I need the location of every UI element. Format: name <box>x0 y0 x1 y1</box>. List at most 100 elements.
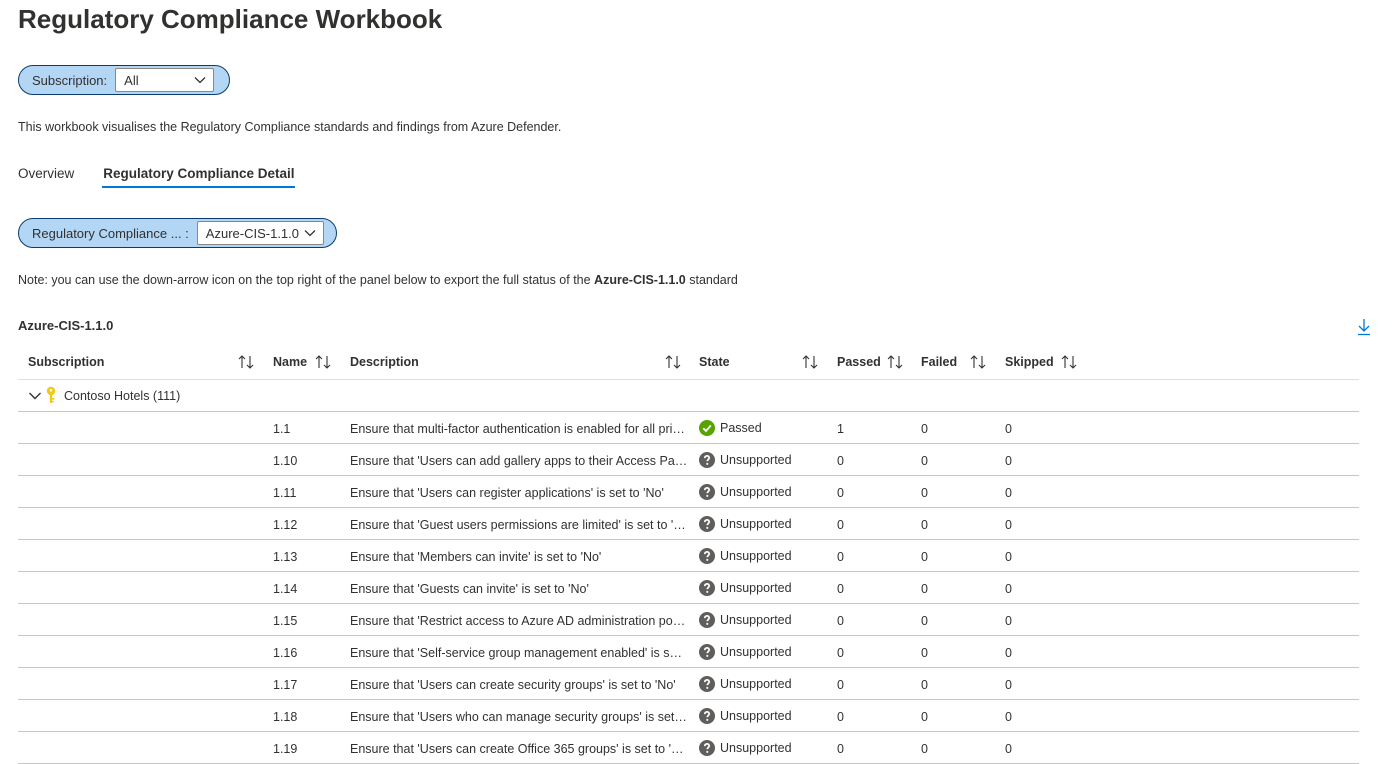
column-header-state[interactable]: State <box>699 355 730 369</box>
passed-count: 0 <box>837 582 844 596</box>
control-name: 1.1 <box>273 422 291 436</box>
sort-icon[interactable] <box>664 354 682 370</box>
sort-icon[interactable] <box>801 354 819 370</box>
question-circle-icon <box>699 644 715 660</box>
failed-count: 0 <box>921 518 928 532</box>
note-standard: Azure-CIS-1.1.0 <box>594 273 686 287</box>
subscription-dropdown[interactable]: All <box>115 68 215 92</box>
compliance-standard-parameter: Regulatory Compliance ... : Azure-CIS-1.… <box>18 218 337 248</box>
sort-icon[interactable] <box>886 354 904 370</box>
state-label: Unsupported <box>720 741 792 755</box>
failed-count: 0 <box>921 422 928 436</box>
column-header-failed[interactable]: Failed <box>921 355 957 369</box>
question-circle-icon <box>699 548 715 564</box>
table-row[interactable]: 1.13 Ensure that 'Members can invite' is … <box>18 540 1359 572</box>
question-circle-icon <box>699 516 715 532</box>
control-description: Ensure that 'Users can create Office 365… <box>350 742 688 756</box>
subscription-parameter: Subscription: All <box>18 65 230 95</box>
state-label: Unsupported <box>720 613 792 627</box>
control-description: Ensure that 'Members can invite' is set … <box>350 550 602 564</box>
skipped-count: 0 <box>1005 486 1012 500</box>
tab-overview[interactable]: Overview <box>18 160 74 188</box>
failed-count: 0 <box>921 678 928 692</box>
table-row[interactable]: 1.12 Ensure that 'Guest users permissions… <box>18 508 1359 540</box>
control-name: 1.18 <box>273 710 298 724</box>
failed-count: 0 <box>921 646 928 660</box>
state-label: Unsupported <box>720 453 792 467</box>
passed-count: 0 <box>837 678 844 692</box>
compliance-grid: Subscription Name Description State Pass… <box>18 346 1359 764</box>
failed-count: 0 <box>921 614 928 628</box>
subscription-group-label: Contoso Hotels (111) <box>64 389 181 403</box>
sort-icon[interactable] <box>1060 354 1078 370</box>
control-state: Unsupported <box>699 644 792 660</box>
control-state: Unsupported <box>699 612 792 628</box>
control-state: Unsupported <box>699 740 792 756</box>
state-label: Unsupported <box>720 485 792 499</box>
compliance-standard-label: Regulatory Compliance ... : <box>32 225 189 241</box>
grid-body: 1.1 Ensure that multi-factor authenticati… <box>18 412 1359 764</box>
state-label: Unsupported <box>720 549 792 563</box>
chevron-down-icon[interactable] <box>28 390 42 402</box>
passed-count: 0 <box>837 646 844 660</box>
table-row[interactable]: 1.18 Ensure that 'Users who can manage se… <box>18 700 1359 732</box>
subscription-group-row[interactable]: Contoso Hotels (111) <box>18 380 1359 412</box>
control-state: Unsupported <box>699 548 792 564</box>
question-circle-icon <box>699 612 715 628</box>
state-label: Unsupported <box>720 581 792 595</box>
page-title: Regulatory Compliance Workbook <box>18 4 443 34</box>
control-state: Unsupported <box>699 580 792 596</box>
control-description: Ensure that 'Self-service group manageme… <box>350 646 688 660</box>
question-circle-icon <box>699 676 715 692</box>
tab-regulatory-compliance-detail[interactable]: Regulatory Compliance Detail <box>102 160 295 188</box>
table-row[interactable]: 1.19 Ensure that 'Users can create Office… <box>18 732 1359 764</box>
download-arrow-icon[interactable] <box>1356 318 1372 336</box>
passed-count: 0 <box>837 454 844 468</box>
passed-count: 0 <box>837 710 844 724</box>
note-suffix: standard <box>685 273 738 287</box>
table-row[interactable]: 1.11 Ensure that 'Users can register appl… <box>18 476 1359 508</box>
column-header-description[interactable]: Description <box>350 355 419 369</box>
table-row[interactable]: 1.17 Ensure that 'Users can create securi… <box>18 668 1359 700</box>
control-state: Passed <box>699 420 762 436</box>
state-label: Unsupported <box>720 517 792 531</box>
skipped-count: 0 <box>1005 582 1012 596</box>
column-header-passed[interactable]: Passed <box>837 355 881 369</box>
control-description: Ensure that 'Guests can invite' is set t… <box>350 582 589 596</box>
skipped-count: 0 <box>1005 742 1012 756</box>
table-row[interactable]: 1.10 Ensure that 'Users can add gallery a… <box>18 444 1359 476</box>
control-name: 1.11 <box>273 486 297 500</box>
control-description: Ensure that 'Users can register applicat… <box>350 486 664 500</box>
skipped-count: 0 <box>1005 646 1012 660</box>
failed-count: 0 <box>921 710 928 724</box>
control-name: 1.13 <box>273 550 298 564</box>
passed-count: 0 <box>837 550 844 564</box>
control-name: 1.10 <box>273 454 298 468</box>
sort-icon[interactable] <box>237 354 255 370</box>
skipped-count: 0 <box>1005 454 1012 468</box>
state-label: Passed <box>720 421 762 435</box>
question-circle-icon <box>699 580 715 596</box>
table-row[interactable]: 1.15 Ensure that 'Restrict access to Azur… <box>18 604 1359 636</box>
passed-count: 0 <box>837 614 844 628</box>
grid-header-row: Subscription Name Description State Pass… <box>18 346 1359 380</box>
control-description: Ensure that multi-factor authentication … <box>350 422 688 436</box>
column-header-name[interactable]: Name <box>273 355 307 369</box>
column-header-subscription[interactable]: Subscription <box>28 355 104 369</box>
state-label: Unsupported <box>720 677 792 691</box>
column-header-skipped[interactable]: Skipped <box>1005 355 1054 369</box>
question-circle-icon <box>699 484 715 500</box>
passed-count: 1 <box>837 422 844 436</box>
control-state: Unsupported <box>699 676 792 692</box>
control-state: Unsupported <box>699 484 792 500</box>
table-row[interactable]: 1.16 Ensure that 'Self-service group mana… <box>18 636 1359 668</box>
passed-count: 0 <box>837 518 844 532</box>
table-row[interactable]: 1.14 Ensure that 'Guests can invite' is s… <box>18 572 1359 604</box>
control-name: 1.14 <box>273 582 298 596</box>
sort-icon[interactable] <box>314 354 332 370</box>
export-note: Note: you can use the down-arrow icon on… <box>18 273 738 287</box>
table-row[interactable]: 1.1 Ensure that multi-factor authenticati… <box>18 412 1359 444</box>
subscription-label: Subscription: <box>32 72 108 88</box>
compliance-standard-dropdown[interactable]: Azure-CIS-1.1.0 <box>196 221 324 245</box>
sort-icon[interactable] <box>969 354 987 370</box>
